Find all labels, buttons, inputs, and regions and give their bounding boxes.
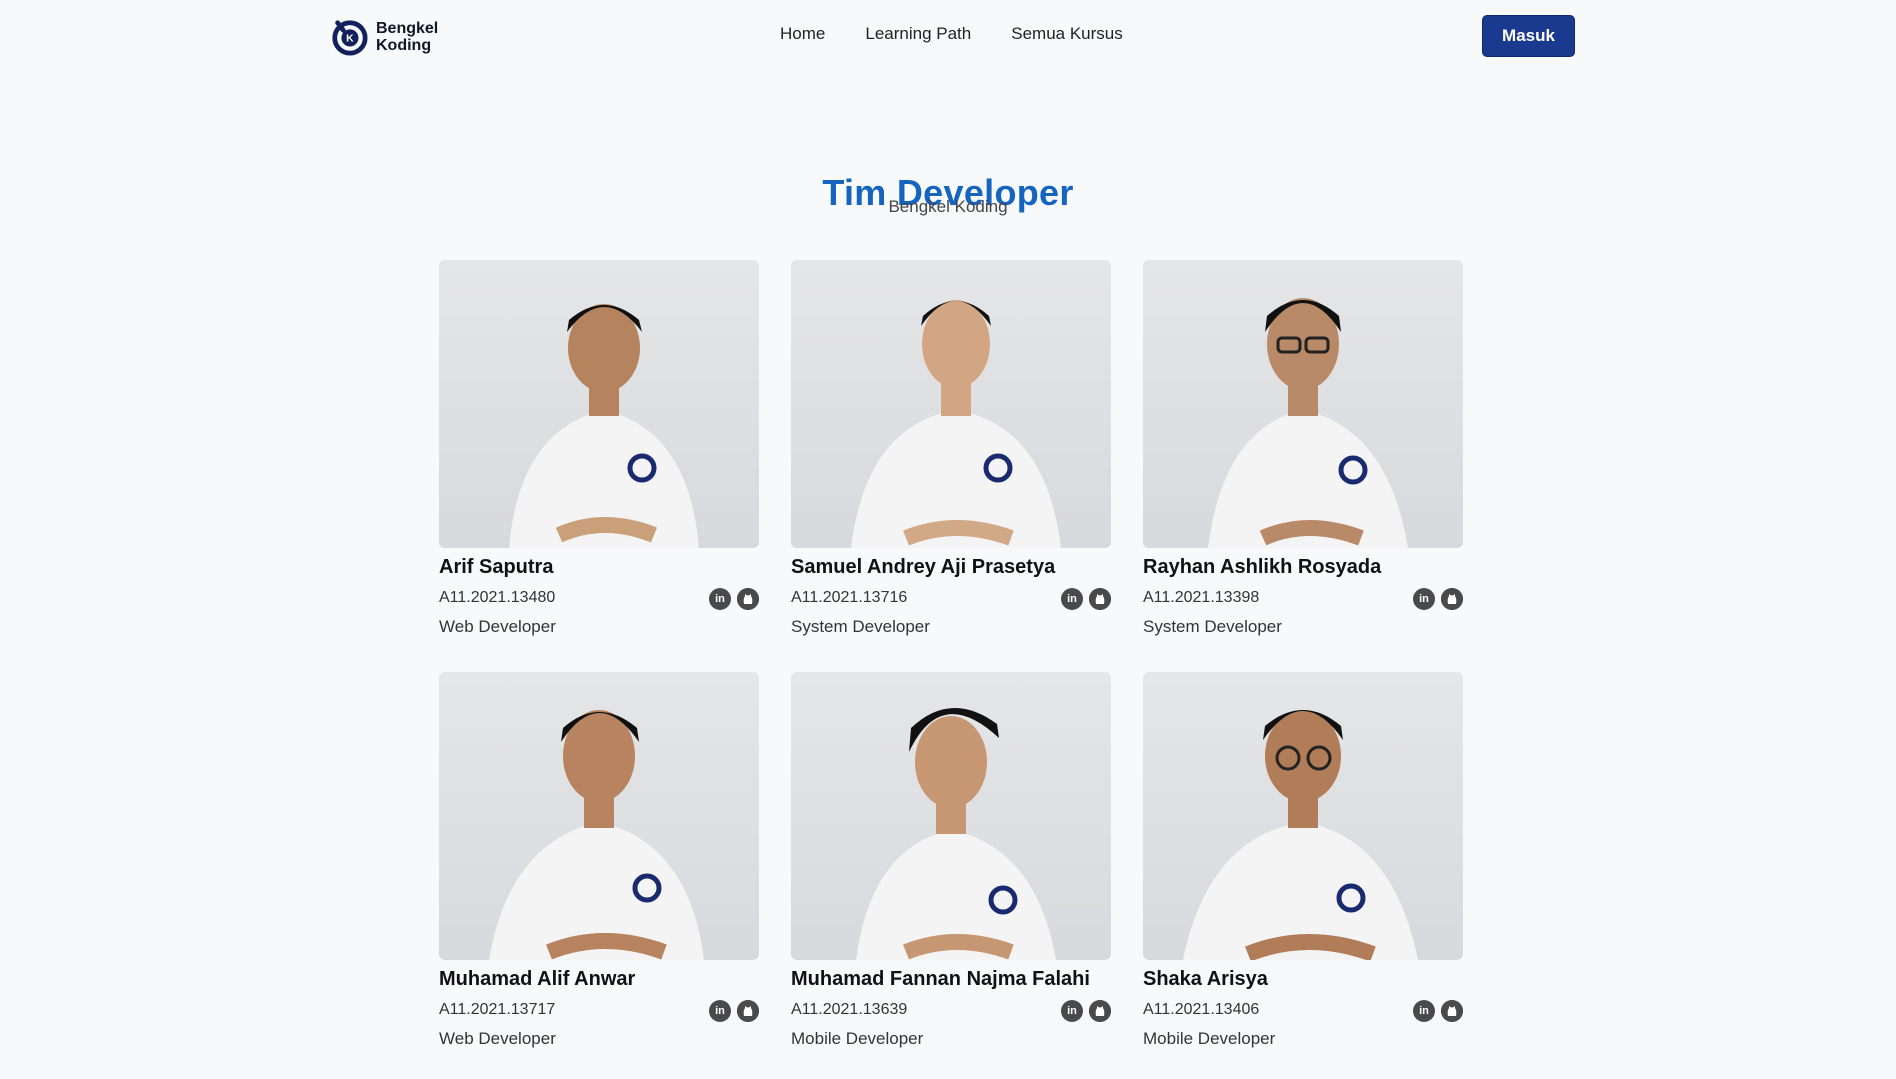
brand-line-2: Koding	[376, 37, 432, 54]
member-role: Web Developer	[439, 617, 556, 636]
github-icon[interactable]	[1441, 588, 1463, 610]
member-photo	[439, 260, 759, 548]
member-card: Rayhan Ashlikh Rosyada A11.2021.13398 Sy…	[1143, 260, 1463, 646]
github-icon[interactable]	[1441, 1000, 1463, 1022]
social-links: in	[709, 588, 759, 610]
member-card: Muhamad Alif Anwar A11.2021.13717 Web De…	[439, 672, 759, 1058]
member-role: System Developer	[1143, 617, 1282, 636]
member-photo	[1143, 672, 1463, 960]
member-name: Arif Saputra	[439, 556, 554, 578]
member-photo	[791, 260, 1111, 548]
member-photo	[1143, 260, 1463, 548]
member-role: System Developer	[791, 617, 930, 636]
navbar: K Bengkel Koding Home Learning Path Semu…	[0, 0, 1896, 72]
member-card: Shaka Arisya A11.2021.13406 Mobile Devel…	[1143, 672, 1463, 1058]
member-role: Mobile Developer	[791, 1029, 924, 1048]
linkedin-icon[interactable]: in	[1413, 1000, 1435, 1022]
person-photo-icon	[1208, 298, 1408, 548]
member-role: Web Developer	[439, 1029, 556, 1048]
member-nim: A11.2021.13717	[439, 1001, 556, 1018]
member-nim: A11.2021.13716	[791, 589, 908, 606]
member-name: Samuel Andrey Aji Prasetya	[791, 556, 1056, 578]
github-icon[interactable]	[1089, 588, 1111, 610]
person-photo-icon	[1183, 710, 1418, 960]
linkedin-icon[interactable]: in	[1413, 588, 1435, 610]
linkedin-icon[interactable]: in	[709, 588, 731, 610]
member-nim: A11.2021.13639	[791, 1001, 908, 1018]
social-links: in	[1061, 1000, 1111, 1022]
person-photo-icon	[856, 707, 1056, 960]
person-photo-icon	[509, 304, 699, 548]
social-links: in	[1061, 588, 1111, 610]
member-nim: A11.2021.13398	[1143, 589, 1260, 606]
member-nim: A11.2021.13480	[439, 589, 556, 606]
svg-text:K: K	[346, 34, 354, 45]
social-links: in	[1413, 588, 1463, 610]
github-icon[interactable]	[1089, 1000, 1111, 1022]
member-card: Arif Saputra A11.2021.13480 Web Develope…	[439, 260, 759, 646]
linkedin-icon[interactable]: in	[709, 1000, 731, 1022]
nav-semua-kursus[interactable]: Semua Kursus	[1011, 24, 1123, 44]
main-nav: Home Learning Path Semua Kursus	[780, 24, 1123, 44]
member-nim: A11.2021.13406	[1143, 1001, 1260, 1018]
member-card: Samuel Andrey Aji Prasetya A11.2021.1371…	[791, 260, 1111, 646]
linkedin-icon[interactable]: in	[1061, 588, 1083, 610]
member-photo	[439, 672, 759, 960]
person-photo-icon	[489, 710, 704, 960]
member-name: Shaka Arisya	[1143, 968, 1268, 990]
person-photo-icon	[851, 300, 1061, 548]
nav-home[interactable]: Home	[780, 24, 825, 44]
member-photo	[791, 672, 1111, 960]
login-button[interactable]: Masuk	[1482, 15, 1575, 57]
member-name: Rayhan Ashlikh Rosyada	[1143, 556, 1382, 578]
member-name: Muhamad Fannan Najma Falahi	[791, 968, 1090, 990]
member-card: Muhamad Fannan Najma Falahi A11.2021.136…	[791, 672, 1111, 1058]
brand-logo[interactable]: K Bengkel Koding	[330, 17, 438, 57]
member-role: Mobile Developer	[1143, 1029, 1276, 1048]
social-links: in	[1413, 1000, 1463, 1022]
page-subtitle: Bengkel Koding	[888, 197, 1008, 216]
bengkel-koding-logo-icon: K	[332, 20, 368, 56]
nav-learning-path[interactable]: Learning Path	[865, 24, 971, 44]
github-icon[interactable]	[737, 588, 759, 610]
linkedin-icon[interactable]: in	[1061, 1000, 1083, 1022]
social-links: in	[709, 1000, 759, 1022]
member-name: Muhamad Alif Anwar	[439, 968, 636, 990]
brand-line-1: Bengkel	[376, 20, 439, 37]
developer-grid: Arif Saputra A11.2021.13480 Web Develope…	[439, 260, 1463, 1058]
github-icon[interactable]	[737, 1000, 759, 1022]
